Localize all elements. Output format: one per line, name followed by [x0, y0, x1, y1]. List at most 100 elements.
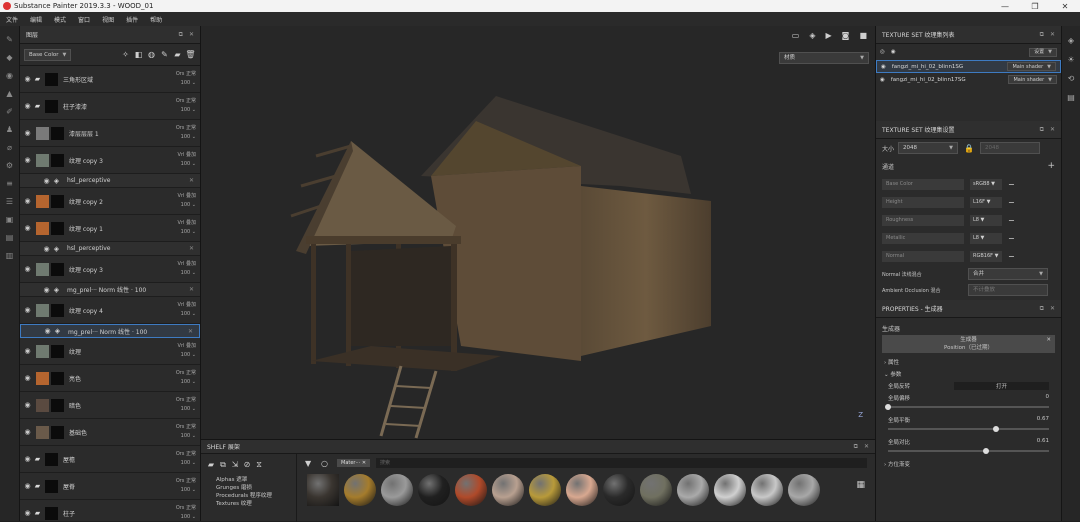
material-thumbnail[interactable] [677, 474, 709, 506]
layer-mask-thumbnail[interactable] [45, 72, 58, 86]
eye-icon[interactable]: ◉ [23, 428, 32, 436]
layer-thumbnail[interactable] [36, 153, 49, 167]
layer-opacity[interactable]: 100 [181, 433, 191, 439]
close-icon[interactable]: ✕ [189, 286, 194, 293]
layer-opacity[interactable]: 100 [181, 107, 191, 113]
new-window-icon[interactable]: ⧉ [217, 460, 229, 470]
eye-icon[interactable]: ◉ [23, 401, 32, 409]
layer-mask-thumbnail[interactable] [45, 452, 58, 466]
layer-mask-thumbnail[interactable] [45, 479, 58, 493]
hide-icon[interactable]: ⊘ [241, 460, 253, 470]
blend-mode[interactable]: Ors 正常 [176, 478, 196, 484]
global-balance-slider[interactable] [885, 404, 1049, 410]
eye-icon[interactable]: ◉ [42, 245, 51, 253]
normal-mix-dropdown[interactable]: 合并 ▼ [968, 268, 1048, 280]
eye-icon[interactable]: ◉ [23, 374, 32, 382]
layer-thumbnail[interactable] [36, 221, 49, 235]
filter-chip[interactable]: Mater··· ✕ [337, 459, 371, 467]
close-icon[interactable]: ✕ [189, 245, 194, 252]
blend-mode[interactable]: Ors 正常 [176, 505, 196, 511]
shelf-category-alphas[interactable]: Alphas 遮罩 [201, 476, 296, 484]
add-fill-layer-icon[interactable]: ◍ [146, 50, 157, 59]
menu-mode[interactable]: 模式 [54, 15, 66, 24]
layer-row[interactable]: ◉ 纹理 copy 3 Vrl 叠加 100 ⌄ [20, 256, 200, 283]
filter-off-icon[interactable]: ⧖ [253, 460, 265, 470]
layer-effect-row[interactable]: ◉ ◈ hsl_perceptive ✕ [20, 242, 200, 256]
material-thumbnail[interactable] [714, 474, 746, 506]
layer-opacity[interactable]: 100 [181, 161, 191, 167]
blend-mode[interactable]: Ors 正常 [176, 397, 196, 403]
layer-row[interactable]: ◉ 纹理 copy 1 Vrl 叠加 100 ⌄ [20, 215, 200, 242]
layer-mask-thumbnail[interactable] [51, 398, 64, 412]
add-paint-layer-icon[interactable]: ✎ [159, 50, 170, 59]
close-icon[interactable]: ✕ [1046, 336, 1051, 344]
layer-opacity[interactable]: 100 [181, 229, 191, 235]
layer-folder-row[interactable]: ◉ ▰ 屋脊 Ors 正常 100 ⌄ [20, 473, 200, 500]
layer-mask-thumbnail[interactable] [51, 425, 64, 439]
texture-set-icon[interactable]: ◈ [1066, 36, 1076, 45]
undock-icon[interactable]: ⧉ [854, 443, 858, 451]
add-channel-icon[interactable]: + [1047, 161, 1055, 171]
layer-opacity[interactable]: 100 [181, 80, 191, 86]
blend-mode[interactable]: Ors 正常 [176, 424, 196, 430]
material-thumbnail[interactable] [603, 474, 635, 506]
layer-opacity[interactable]: 100 [181, 202, 191, 208]
clone-icon[interactable]: ♟ [5, 126, 15, 134]
menu-plugins[interactable]: 插件 [126, 15, 138, 24]
undock-icon[interactable]: ⧉ [1040, 126, 1044, 134]
menu-view[interactable]: 视图 [102, 15, 114, 24]
global-invert-toggle[interactable]: 打开 [954, 382, 1049, 390]
eye-icon[interactable]: ◉ [42, 286, 51, 294]
color-picker-icon[interactable]: ⌀ [5, 144, 15, 152]
layer-opacity[interactable]: 100 [181, 270, 191, 276]
eye-icon[interactable]: ◉ [880, 77, 885, 83]
generator-picker[interactable]: 生成器 Position（已过期） ✕ [882, 335, 1055, 353]
direction-toggle[interactable]: › 方位渐变 [876, 452, 1061, 468]
layer-row[interactable]: ◉ 纹理 Vrl 叠加 100 ⌄ [20, 338, 200, 365]
layer-mask-thumbnail[interactable] [51, 344, 64, 358]
delete-layer-icon[interactable]: 🗑 [185, 50, 196, 59]
blend-mode[interactable]: Ors 正常 [176, 370, 196, 376]
panel-close-icon[interactable]: ✕ [1050, 31, 1055, 38]
eye-icon[interactable]: ◉ [891, 49, 896, 55]
layer-effect-row[interactable]: ◉ ◈ mg_prel··· Norm 线性 · 100 ✕ [20, 324, 200, 338]
layer-effect-row[interactable]: ◉ ◈ mg_prel··· Norm 线性 · 100 ✕ [20, 283, 200, 297]
channel-format-dropdown[interactable]: L16F ▼ [970, 196, 1002, 208]
material-thumbnail[interactable] [788, 474, 820, 506]
eye-icon[interactable]: ◉ [23, 509, 32, 517]
layer-opacity[interactable]: 100 [181, 514, 191, 520]
layer-mask-thumbnail[interactable] [51, 262, 64, 276]
texture-list-settings[interactable]: 设置 ▼ [1029, 47, 1057, 57]
material-thumbnail[interactable] [640, 474, 672, 506]
material-thumbnail[interactable] [344, 474, 376, 506]
remove-channel-icon[interactable]: − [1008, 234, 1015, 243]
close-icon[interactable]: ✕ [189, 177, 194, 184]
shelf-category-textures[interactable]: Textures 纹理 [201, 500, 296, 508]
layer-opacity[interactable]: 100 [181, 134, 191, 140]
slider-knob[interactable] [885, 404, 891, 410]
material-thumbnail[interactable] [455, 474, 487, 506]
material-thumbnail[interactable] [529, 474, 561, 506]
grid-view-icon[interactable]: ▦ [856, 480, 865, 490]
shelf-category-grunges[interactable]: Grunges 磨损 [201, 484, 296, 492]
history-icon[interactable]: ⟲ [1066, 74, 1076, 83]
layer-opacity[interactable]: 100 [181, 460, 191, 466]
material-thumbnail[interactable] [418, 474, 450, 506]
lock-icon[interactable]: 🔒 [964, 144, 974, 153]
layer-row[interactable]: ◉ 暗色 Ors 正常 100 ⌄ [20, 392, 200, 419]
shader-dropdown[interactable]: Main shader ▼ [1008, 75, 1057, 84]
viewport-3d[interactable]: ▭ ◈ ▶ ◙ ■ 材质 ▼ Z [201, 26, 875, 439]
menu-icon[interactable]: ≡ [5, 180, 15, 188]
shelf-category-procedurals[interactable]: Procedurals 程序纹理 [201, 492, 296, 500]
material-thumbnail[interactable] [492, 474, 524, 506]
eye-icon[interactable]: ◉ [23, 265, 32, 273]
material-thumbnail[interactable] [566, 474, 598, 506]
blend-mode[interactable]: Vrl 叠加 [178, 152, 196, 158]
panel-close-icon[interactable]: ✕ [1050, 305, 1055, 312]
log-icon[interactable]: ▤ [1066, 93, 1076, 102]
remove-channel-icon[interactable]: − [1008, 198, 1015, 207]
layer-mask-thumbnail[interactable] [51, 194, 64, 208]
minimize-button[interactable]: — [990, 2, 1020, 11]
blend-mode[interactable]: Vrl 叠加 [178, 302, 196, 308]
solo-icon[interactable]: ◎ [880, 49, 885, 55]
